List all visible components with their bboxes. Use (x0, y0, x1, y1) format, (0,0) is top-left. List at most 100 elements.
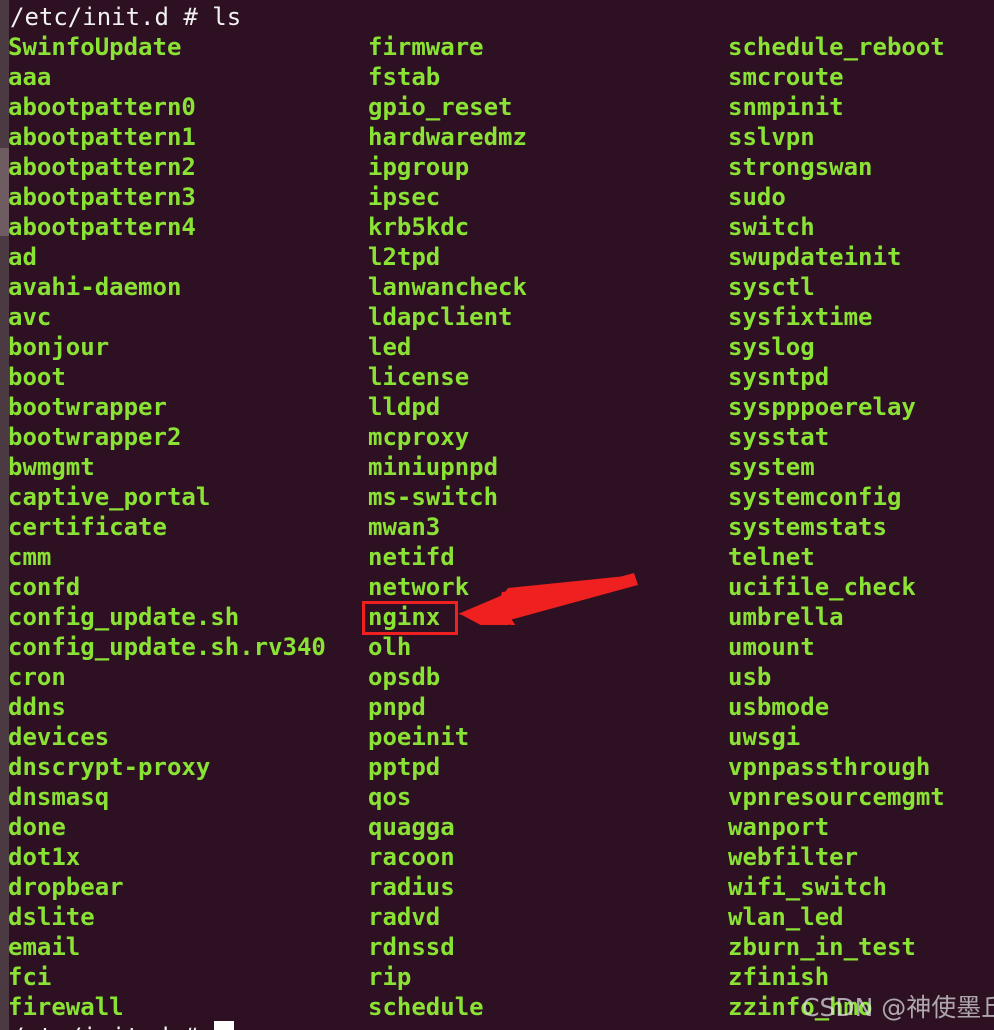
listing-entry: vpnresourcemgmt (728, 783, 945, 811)
listing-entry: avahi-daemon (8, 273, 182, 301)
listing-entry: usb (728, 663, 772, 691)
listing-entry: devices (8, 723, 110, 751)
terminal-window: /etc/init.d # ls SwinfoUpdate aaa abootpat… (0, 0, 994, 1030)
listing-entry: mwan3 (368, 513, 441, 541)
listing-entry: cron (8, 663, 66, 691)
listing-entry: confd (8, 573, 81, 601)
listing-entry: lanwancheck (368, 273, 527, 301)
listing-entry: gpio_reset (368, 93, 513, 121)
listing-entry: vpnpassthrough (728, 753, 931, 781)
listing-entry: hardwaredmz (368, 123, 527, 151)
listing-entry: bonjour (8, 333, 110, 361)
listing-entry: sslvpn (728, 123, 815, 151)
listing-entry: dropbear (8, 873, 124, 901)
listing-entry: mcproxy (368, 423, 470, 451)
listing-entry: aaa (8, 63, 52, 91)
shell-prompt-line: /etc/init.d # ls (10, 3, 242, 31)
listing-entry: config_update.sh.rv340 (8, 633, 326, 661)
listing-entry: syspppoerelay (728, 393, 916, 421)
terminal-screen: /etc/init.d # ls SwinfoUpdate aaa abootpat… (0, 0, 994, 1030)
listing-entry: systemstats (728, 513, 887, 541)
listing-entry: bootwrapper2 (8, 423, 182, 451)
listing-entry: umount (728, 633, 815, 661)
listing-entry: captive_portal (8, 483, 211, 511)
listing-column-2: firmware fstab gpio_reset hardwaredmz ipgrou… (368, 32, 527, 1022)
listing-entry: racoon (368, 843, 455, 871)
listing-entry: krb5kdc (368, 213, 470, 241)
listing-entry: dslite (8, 903, 95, 931)
listing-entry: l2tpd (368, 243, 441, 271)
listing-entry: radius (368, 873, 455, 901)
listing-entry: abootpattern0 (8, 93, 196, 121)
listing-entry: fci (8, 963, 52, 991)
listing-entry: avc (8, 303, 52, 331)
terminal-cursor (214, 1021, 234, 1030)
scrollbar-thumb[interactable] (0, 148, 9, 236)
listing-entry: switch (728, 213, 815, 241)
listing-column-3: schedule_reboot smcroute snmpinit sslvpn str… (728, 32, 945, 1022)
listing-column-1: SwinfoUpdate aaa abootpattern0 abootpattern… (8, 32, 326, 1022)
listing-entry: abootpattern1 (8, 123, 196, 151)
listing-entry: nginx (368, 603, 441, 631)
listing-entry: zfinish (728, 963, 830, 991)
listing-entry: ms-switch (368, 483, 499, 511)
shell-next-prompt-line: /etc/init.d # (10, 1022, 198, 1030)
scrollbar-track[interactable] (0, 0, 9, 1030)
listing-entry: telnet (728, 543, 815, 571)
listing-entry: smcroute (728, 63, 844, 91)
listing-entry: rip (368, 963, 412, 991)
listing-entry: wanport (728, 813, 830, 841)
listing-entry: sysntpd (728, 363, 830, 391)
listing-entry: bwmgmt (8, 453, 95, 481)
listing-entry: firewall (8, 993, 124, 1021)
listing-entry: schedule (368, 993, 484, 1021)
listing-entry: ipsec (368, 183, 441, 211)
listing-entry: quagga (368, 813, 455, 841)
listing-entry: ldapclient (368, 303, 513, 331)
listing-entry: opsdb (368, 663, 441, 691)
listing-entry: config_update.sh (8, 603, 240, 631)
listing-entry: abootpattern2 (8, 153, 196, 181)
listing-entry: uwsgi (728, 723, 801, 751)
listing-entry: wifi_switch (728, 873, 887, 901)
listing-entry: wlan_led (728, 903, 844, 931)
listing-entry: zburn_in_test (728, 933, 916, 961)
listing-entry: led (368, 333, 412, 361)
listing-entry: abootpattern3 (8, 183, 196, 211)
listing-entry: pptpd (368, 753, 441, 781)
listing-entry: umbrella (728, 603, 844, 631)
listing-entry: strongswan (728, 153, 873, 181)
listing-entry: network (368, 573, 470, 601)
listing-entry: sudo (728, 183, 786, 211)
listing-entry: dnscrypt-proxy (8, 753, 211, 781)
listing-entry: miniupnpd (368, 453, 499, 481)
listing-entry: ddns (8, 693, 66, 721)
listing-entry: netifd (368, 543, 455, 571)
listing-entry: firmware (368, 33, 484, 61)
listing-entry: ad (8, 243, 37, 271)
listing-entry: sysstat (728, 423, 830, 451)
listing-entry: ipgroup (368, 153, 470, 181)
listing-entry: usbmode (728, 693, 830, 721)
listing-entry: dot1x (8, 843, 81, 871)
listing-entry: system (728, 453, 815, 481)
listing-entry: lldpd (368, 393, 441, 421)
listing-entry: dnsmasq (8, 783, 110, 811)
listing-entry: ucifile_check (728, 573, 916, 601)
listing-entry: fstab (368, 63, 441, 91)
listing-entry: webfilter (728, 843, 859, 871)
listing-entry: swupdateinit (728, 243, 902, 271)
listing-entry: sysfixtime (728, 303, 873, 331)
listing-entry: SwinfoUpdate (8, 33, 182, 61)
listing-entry: zzinfo_hmo (728, 993, 873, 1021)
listing-entry: systemconfig (728, 483, 902, 511)
listing-entry: poeinit (368, 723, 470, 751)
listing-entry: email (8, 933, 81, 961)
listing-entry: done (8, 813, 66, 841)
listing-entry: schedule_reboot (728, 33, 945, 61)
listing-entry: snmpinit (728, 93, 844, 121)
listing-entry: olh (368, 633, 412, 661)
listing-entry: certificate (8, 513, 167, 541)
listing-entry: abootpattern4 (8, 213, 196, 241)
listing-entry: license (368, 363, 470, 391)
